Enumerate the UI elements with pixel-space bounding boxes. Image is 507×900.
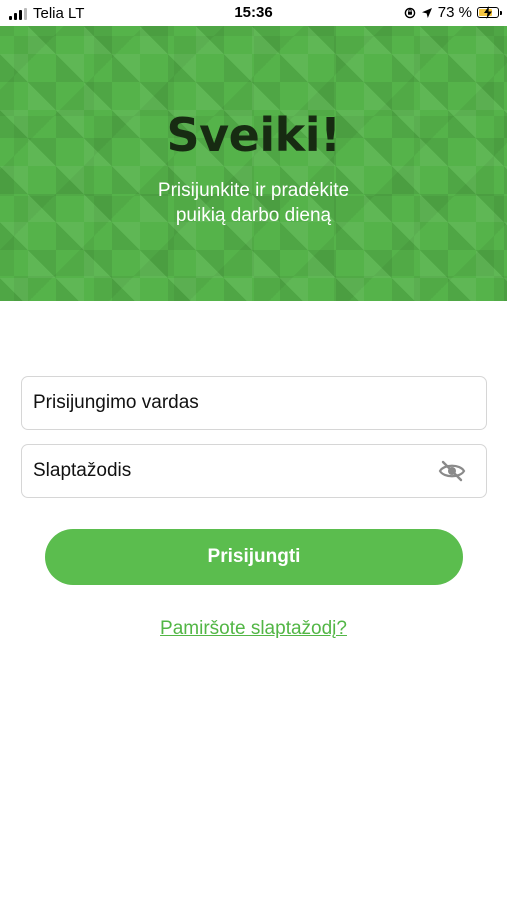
hero-subtitle-line-1: Prisijunkite ir pradėkite [157, 180, 350, 201]
location-arrow-icon [421, 7, 432, 18]
status-bar: Telia LT 15:36 73 % [0, 0, 507, 26]
rotation-lock-icon [404, 7, 416, 18]
hero-title: Sveiki! [166, 108, 341, 162]
battery-charging-icon [477, 6, 502, 19]
hero-banner: Sveiki! Prisijunkite ir pradėkite puikią… [0, 26, 507, 301]
hero-subtitle: Prisijunkite ir pradėkite puikią darbo d… [0, 178, 507, 228]
battery-percent: 73 % [437, 4, 472, 21]
status-right: 73 % [404, 4, 502, 21]
eye-slash-icon[interactable] [438, 459, 466, 483]
forgot-password-link[interactable]: Pamiršote slaptažodį? [0, 618, 507, 640]
password-field-container [21, 444, 487, 498]
username-field-container [21, 376, 487, 430]
password-input[interactable] [33, 445, 423, 497]
charging-bolt-icon [484, 6, 492, 19]
hero-subtitle-line-2: puikią darbo dieną [175, 205, 332, 226]
login-button[interactable]: Prisijungti [45, 529, 463, 585]
login-screen: Telia LT 15:36 73 % Sveiki! Prisijunkite… [0, 0, 507, 900]
username-input[interactable] [33, 377, 423, 429]
